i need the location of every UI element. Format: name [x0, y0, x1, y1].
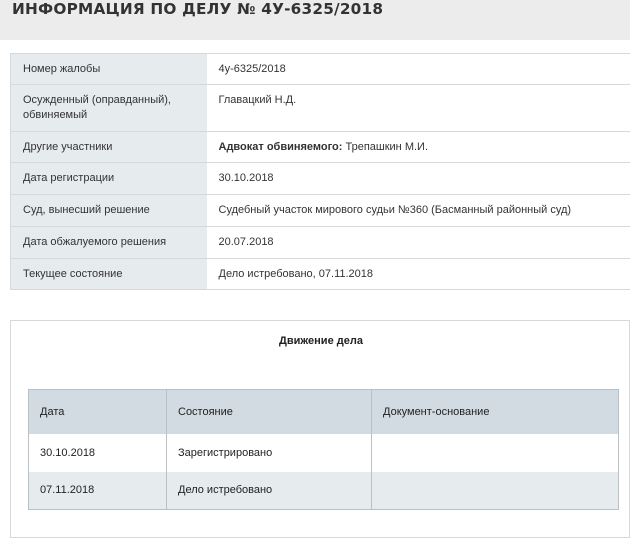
info-value: 30.10.2018: [206, 162, 630, 195]
info-row-registration-date: Дата регистрации 30.10.2018: [10, 162, 630, 195]
movement-state: Дело истребовано: [166, 471, 372, 510]
info-row-decision-date: Дата обжалуемого решения 20.07.2018: [10, 226, 630, 259]
info-row-participants: Другие участники Адвокат обвиняемого: Тр…: [10, 131, 630, 163]
movement-document: [371, 471, 619, 510]
column-header-date: Дата: [28, 389, 167, 434]
info-row-convicted: Осужденный (оправданный), обвиняемый Гла…: [10, 84, 630, 132]
info-label: Номер жалобы: [10, 53, 207, 85]
info-value-role: Адвокат обвиняемого:: [218, 140, 343, 153]
info-value: 4у-6325/2018: [206, 53, 630, 85]
info-label: Дата обжалуемого решения: [10, 226, 207, 259]
info-value: 20.07.2018: [206, 226, 630, 259]
info-row-complaint-number: Номер жалобы 4у-6325/2018: [10, 53, 630, 85]
info-label: Дата регистрации: [10, 162, 207, 195]
info-value: Адвокат обвиняемого: Трепашкин М.И.: [206, 131, 630, 163]
info-value-name: Трепашкин М.И.: [342, 140, 428, 153]
case-movement-title: Движение дела: [279, 335, 363, 347]
info-label: Текущее состояние: [10, 258, 207, 290]
info-row-court: Суд, вынесший решение Судебный участок м…: [10, 194, 630, 227]
column-header-state: Состояние: [166, 389, 372, 434]
case-movement-panel: Движение дела Дата Состояние Документ-ос…: [10, 320, 630, 538]
info-label: Осужденный (оправданный), обвиняемый: [10, 84, 207, 132]
title-bar: ИНФОРМАЦИЯ ПО ДЕЛУ № 4У-6325/2018: [0, 0, 630, 40]
movement-state: Зарегистрировано: [166, 433, 372, 472]
info-value: Главацкий Н.Д.: [206, 84, 630, 132]
movement-date: 07.11.2018: [28, 471, 167, 510]
page-title: ИНФОРМАЦИЯ ПО ДЕЛУ № 4У-6325/2018: [12, 0, 384, 18]
column-header-document: Документ-основание: [371, 389, 619, 434]
table-header-row: Дата Состояние Документ-основание: [28, 389, 619, 434]
movement-date: 30.10.2018: [28, 433, 167, 472]
info-label: Суд, вынесший решение: [10, 194, 207, 227]
info-row-current-state: Текущее состояние Дело истребовано, 07.1…: [10, 258, 630, 290]
info-value: Дело истребовано, 07.11.2018: [206, 258, 630, 290]
table-row: 07.11.2018 Дело истребовано: [28, 471, 619, 510]
case-info-table: Номер жалобы 4у-6325/2018 Осужденный (оп…: [10, 53, 630, 290]
table-row: 30.10.2018 Зарегистрировано: [28, 433, 619, 472]
case-movement-table: Дата Состояние Документ-основание 30.10.…: [28, 389, 619, 510]
info-label: Другие участники: [10, 131, 207, 163]
info-value: Судебный участок мирового судьи №360 (Ба…: [206, 194, 630, 227]
movement-document: [371, 433, 619, 472]
